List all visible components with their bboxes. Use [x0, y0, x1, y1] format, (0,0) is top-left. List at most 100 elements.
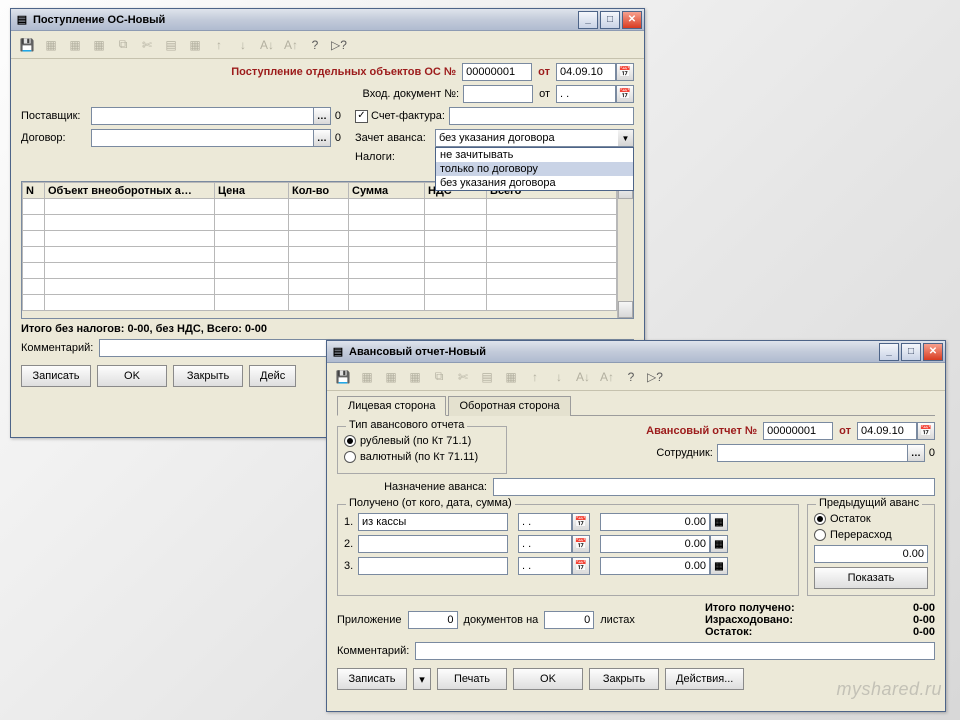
advance-option[interactable]: только по договору [436, 162, 633, 176]
radio-currency[interactable] [344, 451, 356, 463]
tool-icon[interactable]: ▦ [381, 367, 401, 387]
received-from-input[interactable] [358, 557, 508, 575]
tool-up-icon[interactable]: ↑ [209, 35, 229, 55]
chevron-down-icon[interactable]: ▼ [618, 129, 634, 147]
maximize-button[interactable]: □ [600, 11, 620, 29]
tool-up-icon[interactable]: ↑ [525, 367, 545, 387]
ok-button[interactable]: OK [513, 668, 583, 690]
attach-count-input[interactable] [408, 611, 458, 629]
close-button[interactable]: Закрыть [589, 668, 659, 690]
tool-copy-icon[interactable]: ⧉ [113, 35, 133, 55]
scrollbar[interactable] [617, 182, 633, 318]
tool-icon[interactable]: ▦ [185, 35, 205, 55]
tool-paste-icon[interactable]: ▤ [161, 35, 181, 55]
minimize-button[interactable]: _ [578, 11, 598, 29]
close-button[interactable]: ✕ [622, 11, 642, 29]
table-row[interactable] [23, 247, 617, 263]
received-date-input[interactable] [518, 557, 572, 575]
tab-back[interactable]: Оборотная сторона [448, 396, 570, 416]
tool-help-icon[interactable]: ? [305, 35, 325, 55]
advance-option[interactable]: не зачитывать [436, 148, 633, 162]
table-row[interactable] [23, 199, 617, 215]
tool-sort-asc-icon[interactable]: A↓ [573, 367, 593, 387]
doc-date-input[interactable] [556, 63, 616, 81]
table-row[interactable] [23, 231, 617, 247]
calendar-icon[interactable] [572, 535, 590, 553]
tool-icon[interactable]: ▦ [41, 35, 61, 55]
tool-cut-icon[interactable]: ✄ [137, 35, 157, 55]
actions-button[interactable]: Дейс [249, 365, 296, 387]
tool-copy-icon[interactable]: ⧉ [429, 367, 449, 387]
show-button[interactable]: Показать [814, 567, 928, 589]
contract-input[interactable] [91, 129, 313, 147]
tool-whatsthis-icon[interactable]: ▷? [329, 35, 349, 55]
calendar-icon[interactable] [616, 63, 634, 81]
col-price[interactable]: Цена [215, 183, 289, 199]
radio-over[interactable] [814, 529, 826, 541]
doc-number-input[interactable] [462, 63, 532, 81]
received-date-input[interactable] [518, 535, 572, 553]
invoice-checkbox[interactable] [355, 110, 368, 123]
received-from-input[interactable] [358, 535, 508, 553]
comment-input[interactable] [415, 642, 935, 660]
ok-button[interactable]: OK [97, 365, 167, 387]
employee-input[interactable] [717, 444, 907, 462]
ellipsis-icon[interactable]: … [907, 444, 925, 462]
table-row[interactable] [23, 279, 617, 295]
print-button[interactable]: Печать [437, 668, 507, 690]
tool-icon[interactable]: ▦ [65, 35, 85, 55]
radio-ruble[interactable] [344, 435, 356, 447]
titlebar[interactable]: ▤ Поступление ОС-Новый _ □ ✕ [11, 9, 644, 31]
calc-icon[interactable]: ▦ [710, 535, 728, 553]
close-button[interactable]: ✕ [923, 343, 943, 361]
tool-cut-icon[interactable]: ✄ [453, 367, 473, 387]
attach-sheets-input[interactable] [544, 611, 594, 629]
purpose-input[interactable] [493, 478, 935, 496]
titlebar[interactable]: ▤ Авансовый отчет-Новый _ □ ✕ [327, 341, 945, 363]
calendar-icon[interactable] [616, 85, 634, 103]
doc-date-input[interactable] [857, 422, 917, 440]
received-sum-input[interactable] [600, 513, 710, 531]
incoming-number-input[interactable] [463, 85, 533, 103]
tool-down-icon[interactable]: ↓ [233, 35, 253, 55]
tool-icon[interactable]: ▦ [357, 367, 377, 387]
minimize-button[interactable]: _ [879, 343, 899, 361]
advance-option[interactable]: без указания договора [436, 176, 633, 190]
tool-icon[interactable]: ▦ [89, 35, 109, 55]
ellipsis-icon[interactable]: … [313, 129, 331, 147]
actions-button[interactable]: Действия... [665, 668, 744, 690]
ellipsis-icon[interactable]: … [313, 107, 331, 125]
received-sum-input[interactable] [600, 557, 710, 575]
col-n[interactable]: N [23, 183, 45, 199]
tab-front[interactable]: Лицевая сторона [337, 396, 446, 416]
col-qty[interactable]: Кол-во [289, 183, 349, 199]
table-row[interactable] [23, 263, 617, 279]
write-button[interactable]: Записать [21, 365, 91, 387]
col-sum[interactable]: Сумма [349, 183, 425, 199]
previous-value-input[interactable] [814, 545, 928, 563]
col-object[interactable]: Объект внеоборотных а… [45, 183, 215, 199]
received-date-input[interactable] [518, 513, 572, 531]
tool-down-icon[interactable]: ↓ [549, 367, 569, 387]
received-sum-input[interactable] [600, 535, 710, 553]
received-from-input[interactable] [358, 513, 508, 531]
calendar-icon[interactable] [572, 557, 590, 575]
tool-sort-asc-icon[interactable]: A↓ [257, 35, 277, 55]
tool-help-icon[interactable]: ? [621, 367, 641, 387]
tool-sort-desc-icon[interactable]: A↑ [597, 367, 617, 387]
tool-save-icon[interactable]: 💾 [333, 367, 353, 387]
calc-icon[interactable]: ▦ [710, 557, 728, 575]
invoice-input[interactable] [449, 107, 634, 125]
dropdown-arrow-icon[interactable]: ▾ [413, 668, 431, 690]
supplier-input[interactable] [91, 107, 313, 125]
tool-icon[interactable]: ▦ [405, 367, 425, 387]
items-table[interactable]: N Объект внеоборотных а… Цена Кол-во Сум… [22, 182, 617, 311]
advance-select[interactable] [435, 129, 618, 147]
calendar-icon[interactable] [572, 513, 590, 531]
tool-sort-desc-icon[interactable]: A↑ [281, 35, 301, 55]
table-row[interactable] [23, 215, 617, 231]
doc-number-input[interactable] [763, 422, 833, 440]
tool-save-icon[interactable]: 💾 [17, 35, 37, 55]
tool-paste-icon[interactable]: ▤ [477, 367, 497, 387]
table-row[interactable] [23, 295, 617, 311]
